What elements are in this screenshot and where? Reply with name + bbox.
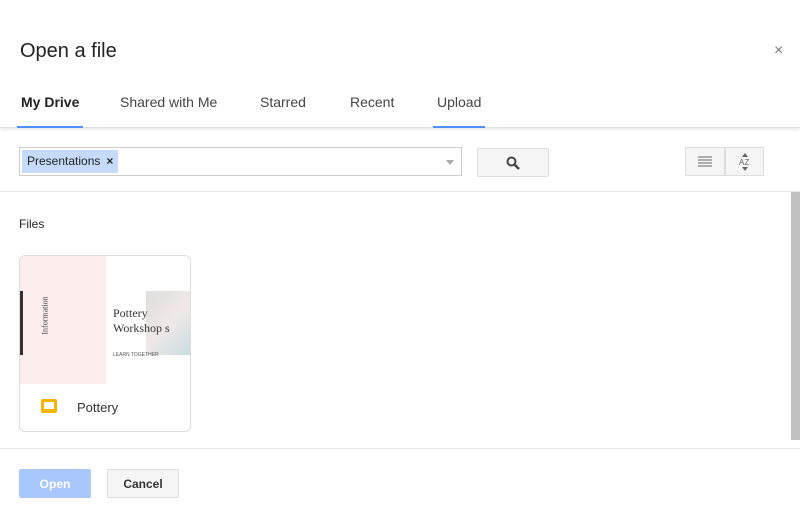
list-view-button[interactable] [685, 147, 725, 176]
filter-chip: Presentations × [22, 150, 119, 173]
chip-remove-icon[interactable]: × [106, 154, 113, 168]
dropdown-arrow-icon[interactable] [446, 160, 454, 165]
open-button[interactable]: Open [19, 469, 91, 498]
slides-icon [41, 399, 57, 413]
sort-button[interactable]: AZ [725, 147, 764, 176]
file-name: Pottery [77, 400, 119, 415]
files-heading: Files [19, 217, 45, 231]
chip-label: Presentations [27, 154, 101, 168]
search-button[interactable] [477, 148, 549, 177]
scrollbar[interactable] [791, 192, 800, 440]
tab-starred[interactable]: Starred [260, 94, 306, 128]
tab-shared-with-me[interactable]: Shared with Me [120, 94, 217, 128]
search-icon [506, 156, 520, 170]
divider [0, 191, 800, 192]
sort-az-icon: AZ [739, 152, 749, 171]
tab-recent[interactable]: Recent [350, 94, 394, 128]
cancel-button[interactable]: Cancel [107, 469, 179, 498]
tab-bar: My Drive Shared with Me Starred Recent U… [0, 84, 800, 128]
list-icon [698, 156, 712, 167]
thumb-title: Pottery Workshop s [113, 306, 170, 335]
tab-upload[interactable]: Upload [432, 94, 486, 128]
svg-text:AZ: AZ [739, 158, 749, 167]
thumb-side-text: Information [40, 296, 50, 335]
close-icon[interactable]: × [774, 42, 783, 60]
thumb-subtitle: LEARN TOGETHER [113, 352, 159, 358]
file-card-pottery[interactable]: Information Pottery Workshop s LEARN TOG… [19, 255, 191, 432]
file-thumbnail: Information Pottery Workshop s LEARN TOG… [20, 256, 190, 384]
tab-my-drive[interactable]: My Drive [16, 94, 84, 128]
footer-divider [0, 448, 800, 449]
search-input[interactable]: Presentations × [19, 147, 462, 176]
dialog-title: Open a file [20, 40, 117, 62]
